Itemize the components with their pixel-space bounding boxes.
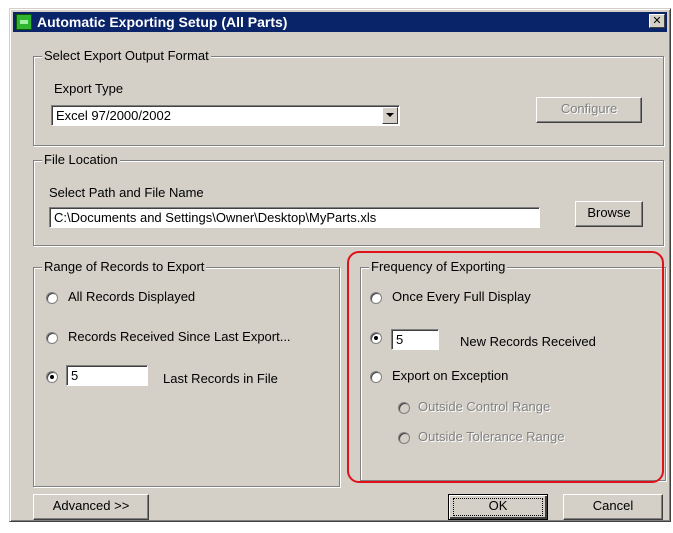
export-type-label: Export Type — [54, 81, 124, 96]
browse-button[interactable]: Browse — [575, 201, 643, 227]
radio-last-records[interactable] — [46, 371, 58, 383]
file-location-group: File Location — [33, 152, 664, 246]
export-type-select[interactable]: Excel 97/2000/2002 — [51, 105, 400, 126]
focus-rect — [453, 498, 543, 516]
range-legend: Range of Records to Export — [42, 259, 207, 274]
label-all-records: All Records Displayed — [68, 289, 196, 304]
export-format-legend: Select Export Output Format — [42, 48, 211, 63]
file-location-legend: File Location — [42, 152, 120, 167]
advanced-button[interactable]: Advanced >> — [33, 494, 149, 520]
last-records-count-input[interactable]: 5 — [66, 365, 148, 386]
cancel-button[interactable]: Cancel — [563, 494, 663, 520]
ok-button[interactable]: OK — [448, 494, 548, 520]
label-last-records: Last Records in File — [163, 371, 278, 386]
window-title: Automatic Exporting Setup (All Parts) — [37, 14, 288, 30]
radio-all-records[interactable] — [46, 292, 58, 304]
red-highlight-annotation — [347, 251, 664, 483]
label-since-last-export: Records Received Since Last Export... — [68, 329, 291, 344]
title-bar[interactable]: Automatic Exporting Setup (All Parts) ✕ — [13, 12, 667, 32]
path-value: C:\Documents and Settings\Owner\Desktop\… — [54, 210, 377, 225]
path-label: Select Path and File Name — [49, 185, 204, 200]
export-type-value: Excel 97/2000/2002 — [56, 108, 171, 123]
configure-button[interactable]: Configure — [536, 97, 642, 123]
chevron-down-icon[interactable] — [382, 107, 398, 124]
path-input[interactable]: C:\Documents and Settings\Owner\Desktop\… — [49, 207, 540, 228]
close-button[interactable]: ✕ — [649, 14, 665, 28]
last-records-count: 5 — [71, 368, 79, 383]
app-icon — [16, 14, 32, 30]
radio-since-last-export[interactable] — [46, 332, 58, 344]
